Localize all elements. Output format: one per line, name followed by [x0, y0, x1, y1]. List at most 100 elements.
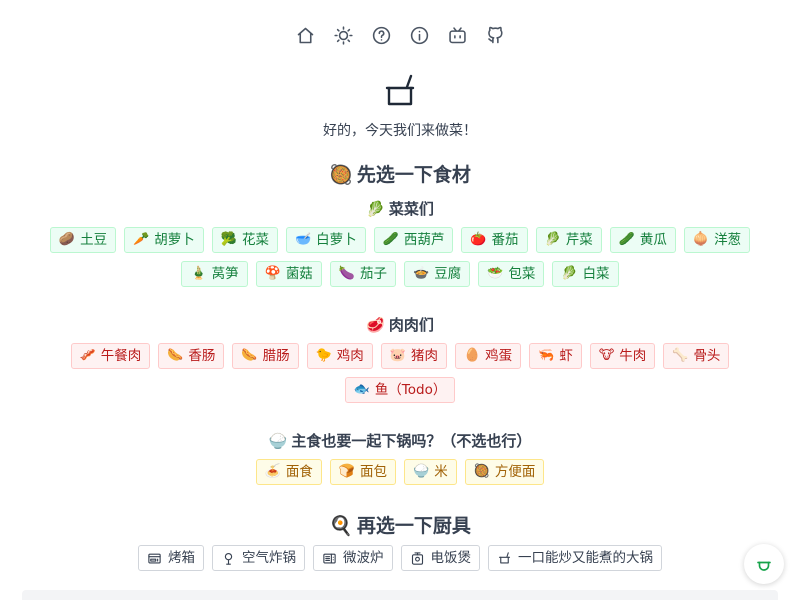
meat-tag-emoji: 🥚	[463, 348, 481, 363]
veg-tag[interactable]: 🥦 花菜	[211, 227, 278, 253]
staples-title-text: 主食也要一起下锅吗？（不选也行）	[291, 432, 532, 450]
tool-tag[interactable]: 烤箱	[138, 545, 204, 571]
vegetables-title: 🥬 菜菜们	[0, 198, 800, 219]
staple-tag[interactable]: 🥘 方便面	[464, 459, 545, 485]
meat-tag[interactable]: 🌭 腊肠	[232, 343, 299, 369]
meat-tag-emoji: 🐮	[598, 348, 615, 363]
veg-tag-emoji: 🥦	[220, 232, 237, 247]
home-icon[interactable]	[294, 22, 317, 48]
veg-tag[interactable]: 🥕 胡萝卜	[124, 227, 204, 253]
help-icon[interactable]	[370, 22, 393, 48]
veg-tag-label: 菌菇	[285, 266, 313, 282]
tool-tag-label: 电饭煲	[430, 550, 472, 566]
tool-tag[interactable]: 空气炸锅	[212, 545, 305, 571]
staples-title: 🍚 主食也要一起下锅吗？（不选也行）	[0, 430, 800, 451]
sun-icon[interactable]	[332, 22, 355, 48]
meat-tag-label: 腊肠	[262, 348, 290, 364]
results-panel	[22, 590, 778, 600]
veg-tag[interactable]: 🥣 白萝卜	[285, 227, 366, 253]
veg-tag-emoji: 🥗	[487, 266, 504, 281]
tool-tag[interactable]: 电饭煲	[400, 545, 480, 571]
meat-tag-label: 牛肉	[619, 348, 647, 364]
floating-pot-button[interactable]	[744, 544, 784, 584]
meat-tag-label: 虾	[559, 348, 573, 364]
veg-tag[interactable]: 🥬 芹菜	[535, 227, 602, 253]
meat-tag-label: 鸡肉	[336, 348, 364, 364]
meat-tag[interactable]: 🦐 虾	[529, 343, 582, 369]
meat-tag[interactable]: 🥚 鸡蛋	[454, 343, 522, 369]
github-icon[interactable]	[484, 22, 507, 48]
staple-tag-emoji: 🍝	[264, 464, 281, 479]
stew-icon: 🥘	[329, 164, 353, 186]
veg-tag[interactable]: 🍆 茄子	[329, 261, 396, 287]
staple-tag[interactable]: 🍞 面包	[329, 459, 396, 485]
tool-tag[interactable]: 一口能炒又能煮的大锅	[488, 545, 662, 571]
veg-tag-label: 茄子	[360, 266, 387, 282]
meats-row-1: 🥓 午餐肉 🌭 香肠 🌭 腊肠 🐤 鸡肉 🐷 猪肉 🥚 鸡蛋 🦐 虾 🐮 牛肉 🦴 骨头	[0, 343, 800, 369]
meats-title-text: 肉肉们	[388, 316, 434, 334]
veg-tag[interactable]: 🎍 莴笋	[181, 261, 248, 287]
meat-tag-emoji: 🌭	[167, 348, 184, 363]
veg-tag-emoji: 🥣	[294, 232, 312, 247]
meat-tag[interactable]: 🥓 午餐肉	[70, 343, 151, 369]
veg-tag-emoji: 🍲	[413, 266, 430, 281]
veg-tag-label: 番茄	[491, 232, 519, 248]
meat-tag[interactable]: 🐟 鱼（Todo）	[344, 377, 456, 403]
staple-tag[interactable]: 🍚 米	[404, 459, 457, 485]
ingredients-title: 🥘 先选一下食材	[0, 160, 800, 187]
meat-tag-label: 鱼（Todo）	[374, 382, 447, 398]
tools-row: 烤箱 空气炸锅 微波炉 电饭煲 一口能炒又能煮的大锅	[0, 545, 800, 571]
leafy-green-icon: 🥬	[366, 200, 385, 218]
veg-tag[interactable]: 🍲 豆腐	[404, 261, 471, 287]
tool-tag[interactable]: 微波炉	[313, 545, 393, 571]
veg-tag-label: 白菜	[582, 266, 610, 282]
veg-tag-emoji: 🧅	[692, 232, 710, 247]
veg-tag[interactable]: 🥬 白菜	[552, 261, 619, 287]
rice-icon: 🍚	[268, 432, 288, 450]
meat-tag[interactable]: 🦴 骨头	[663, 343, 730, 369]
info-icon[interactable]	[408, 22, 431, 48]
veg-tag[interactable]: 🍄 菌菇	[255, 261, 322, 287]
meat-tag-label: 骨头	[693, 348, 721, 364]
meat-tag[interactable]: 🐤 鸡肉	[306, 343, 373, 369]
pot-icon	[382, 72, 418, 110]
veg-tag-label: 黄瓜	[639, 232, 667, 248]
top-nav	[0, 22, 800, 48]
meats-row-2: 🐟 鱼（Todo）	[0, 377, 800, 403]
meat-tag[interactable]: 🌭 香肠	[158, 343, 225, 369]
meat-tag[interactable]: 🐮 牛肉	[589, 343, 656, 369]
staple-tag[interactable]: 🍝 面食	[255, 459, 322, 485]
staple-tag-emoji: 🥘	[473, 464, 490, 479]
pot-icon	[757, 561, 771, 571]
veg-tag[interactable]: 🥒 西葫芦	[373, 227, 454, 253]
microwave-icon	[323, 553, 336, 563]
frying-pan-icon: 🍳	[329, 515, 353, 537]
bilibili-icon[interactable]	[446, 22, 469, 48]
veg-tag-label: 胡萝卜	[154, 232, 195, 248]
veg-tag[interactable]: 🥔 土豆	[49, 227, 117, 253]
veg-tag-label: 莴笋	[211, 266, 239, 282]
meat-tag-label: 猪肉	[410, 348, 438, 364]
veg-tag[interactable]: 🧅 洋葱	[683, 227, 751, 253]
veg-tag-emoji: 🥬	[544, 232, 561, 247]
veg-tag[interactable]: 🍅 番茄	[461, 227, 528, 253]
tools-title-text: 再选一下厨具	[356, 515, 471, 537]
meat-tag-label: 午餐肉	[100, 348, 142, 364]
meat-tag-emoji: 🦴	[672, 348, 689, 363]
big-pot-icon	[498, 551, 511, 563]
veg-tag-label: 洋葱	[714, 232, 742, 248]
veg-tag-label: 豆腐	[434, 266, 462, 282]
veg-tag-emoji: 🎍	[190, 266, 207, 281]
staple-tag-label: 面包	[360, 464, 387, 480]
veg-tag-emoji: 🥔	[58, 232, 76, 247]
veg-tag-emoji: 🥬	[561, 266, 578, 281]
veg-tag[interactable]: 🥗 包菜	[478, 261, 545, 287]
staple-tag-emoji: 🍞	[338, 464, 355, 479]
tools-title: 🍳 再选一下厨具	[0, 511, 800, 538]
meat-tag-emoji: 🐤	[315, 348, 332, 363]
staple-tag-label: 方便面	[494, 464, 536, 480]
veg-tag[interactable]: 🥒 黄瓜	[609, 227, 676, 253]
air-fryer-icon	[224, 552, 233, 565]
meat-tag[interactable]: 🐷 猪肉	[380, 343, 447, 369]
veg-tag-label: 芹菜	[565, 232, 593, 248]
